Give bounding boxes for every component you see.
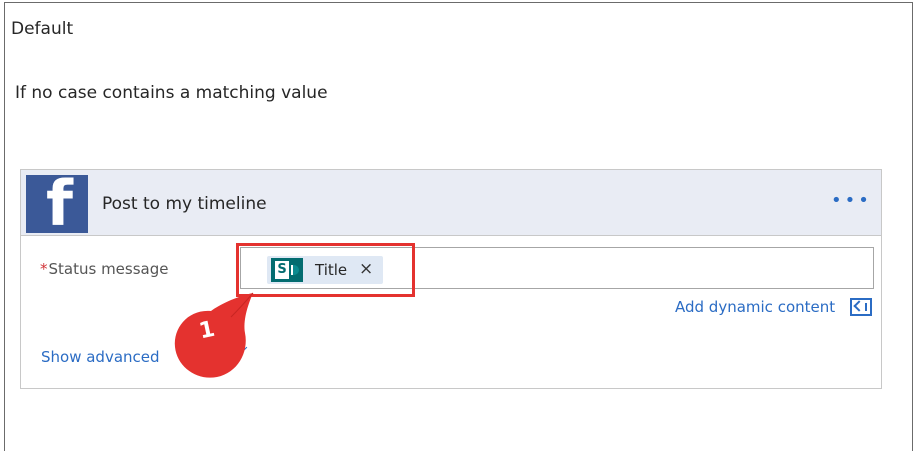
show-advanced-options-link[interactable]: Show advanced bbox=[41, 348, 160, 366]
action-card-post-to-timeline: f Post to my timeline ••• *Status messag… bbox=[20, 169, 882, 389]
sharepoint-icon: S bbox=[271, 258, 303, 282]
required-marker: * bbox=[40, 260, 48, 278]
action-title: Post to my timeline bbox=[102, 194, 267, 214]
dynamic-token-title[interactable]: S Title × bbox=[267, 256, 383, 284]
status-message-label-text: Status message bbox=[48, 260, 169, 278]
add-dynamic-content-link[interactable]: Add dynamic content bbox=[675, 298, 835, 316]
flow-designer-canvas: Default If no case contains a matching v… bbox=[4, 2, 913, 451]
add-dynamic-content-icon[interactable] bbox=[850, 298, 872, 316]
facebook-icon: f bbox=[26, 175, 88, 233]
status-message-input[interactable]: S Title × bbox=[240, 247, 874, 289]
default-branch-title: Default bbox=[11, 19, 74, 39]
remove-token-button[interactable]: × bbox=[359, 259, 373, 279]
token-label: Title bbox=[315, 261, 348, 279]
action-card-header[interactable]: f Post to my timeline ••• bbox=[21, 170, 881, 236]
more-options-button[interactable]: ••• bbox=[831, 190, 871, 211]
status-message-label: *Status message bbox=[40, 260, 168, 278]
default-branch-description: If no case contains a matching value bbox=[15, 83, 328, 103]
